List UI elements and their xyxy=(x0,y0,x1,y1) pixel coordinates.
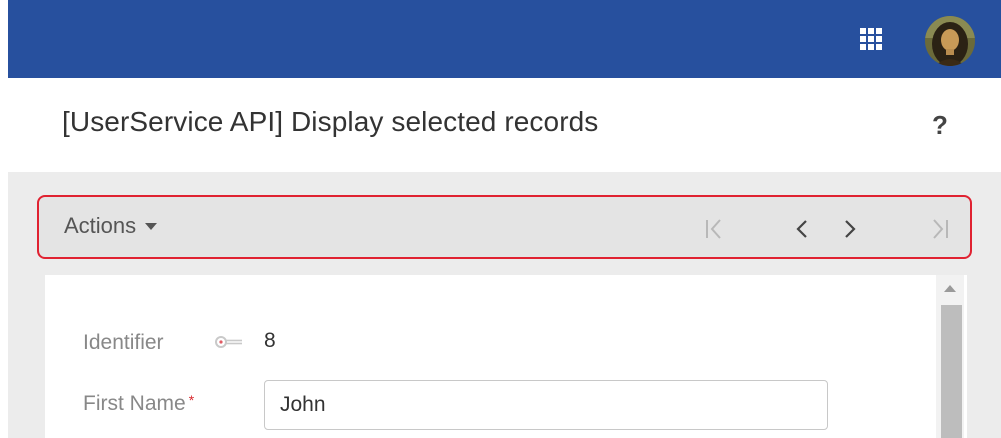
page-header: [UserService API] Display selected recor… xyxy=(8,78,1001,172)
form-scrollbar[interactable] xyxy=(936,275,964,438)
identifier-label: Identifier xyxy=(83,331,164,354)
help-button[interactable]: ? xyxy=(932,110,948,141)
next-record-icon[interactable] xyxy=(839,217,861,241)
avatar-portrait-icon xyxy=(925,16,975,66)
record-form: Identifier 8 First Name * xyxy=(45,275,967,438)
previous-record-icon[interactable] xyxy=(791,217,813,241)
identifier-value: 8 xyxy=(264,329,276,352)
page-title: [UserService API] Display selected recor… xyxy=(62,106,599,137)
key-icon xyxy=(215,336,242,348)
actions-menu-button[interactable]: Actions xyxy=(64,213,158,239)
first-name-input[interactable] xyxy=(264,380,828,430)
required-marker: * xyxy=(188,392,195,408)
last-record-icon[interactable] xyxy=(929,217,951,241)
scroll-up-arrow-icon[interactable] xyxy=(944,285,956,292)
scrollbar-thumb[interactable] xyxy=(941,305,962,438)
user-avatar[interactable] xyxy=(925,16,975,66)
caret-down-icon xyxy=(145,222,158,230)
left-margin xyxy=(0,0,8,438)
top-header-bar xyxy=(8,0,1001,78)
first-name-label: First Name * xyxy=(83,392,194,416)
record-content-area: Actions Identifier 8 First Name * xyxy=(8,172,1001,438)
first-name-label-text: First Name xyxy=(83,392,186,415)
first-record-icon[interactable] xyxy=(703,217,725,241)
grid-apps-icon[interactable] xyxy=(858,26,884,52)
actions-menu-label: Actions xyxy=(64,213,137,238)
record-toolbar: Actions xyxy=(37,195,972,259)
